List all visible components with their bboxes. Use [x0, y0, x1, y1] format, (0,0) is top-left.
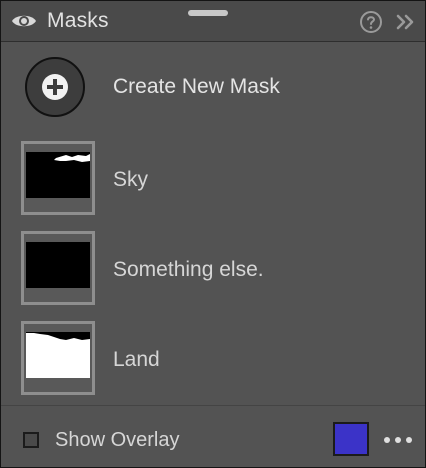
question-circle-icon[interactable]	[359, 10, 383, 34]
land-mask-thumbnail[interactable]	[21, 321, 95, 395]
eye-icon[interactable]	[11, 12, 37, 30]
overlay-color-swatch[interactable]	[333, 422, 369, 456]
mask-label-sky: Sky	[113, 168, 149, 191]
ellipsis-icon[interactable]	[383, 436, 413, 444]
drag-handle[interactable]	[188, 10, 228, 16]
sky-mask-thumbnail[interactable]	[21, 141, 95, 215]
plus-circle-icon	[42, 74, 68, 100]
mask-item-sky[interactable]: Sky	[1, 141, 425, 217]
show-overlay-checkbox[interactable]	[23, 432, 39, 448]
create-new-mask-row[interactable]: Create New Mask	[1, 51, 425, 127]
mask-item-something-else[interactable]: Something else.	[1, 231, 425, 307]
mask-label-something-else: Something else.	[113, 258, 264, 281]
show-overlay-label[interactable]: Show Overlay	[55, 429, 180, 452]
masks-panel: Masks Create New Mask Sky Something else…	[0, 0, 426, 468]
double-chevron-right-icon[interactable]	[395, 13, 415, 31]
panel-header: Masks	[1, 1, 425, 42]
create-new-mask-label[interactable]: Create New Mask	[113, 75, 280, 99]
mask-item-land[interactable]: Land	[1, 321, 425, 397]
black-mask-thumbnail[interactable]	[21, 231, 95, 305]
panel-footer: Show Overlay	[1, 405, 425, 468]
mask-label-land: Land	[113, 348, 160, 371]
add-mask-button[interactable]	[25, 57, 85, 117]
panel-title: Masks	[47, 9, 109, 32]
